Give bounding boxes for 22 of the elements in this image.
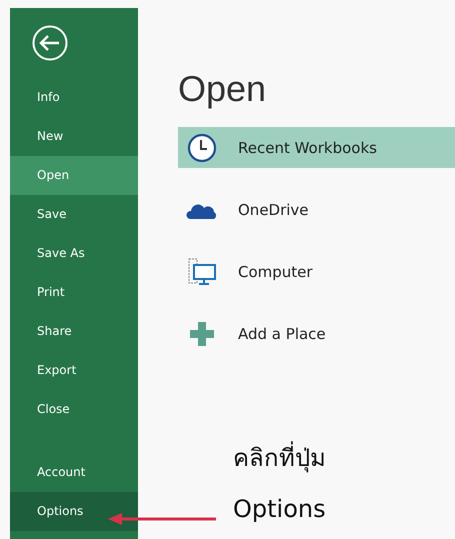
annotation-text: คลิกที่ปุ่ม bbox=[233, 438, 326, 477]
sidebar-item[interactable]: Print bbox=[10, 273, 138, 312]
place-item[interactable]: Add a Place bbox=[178, 313, 455, 354]
clock-icon bbox=[187, 132, 217, 162]
sidebar-item[interactable]: Info bbox=[10, 78, 138, 117]
place-item[interactable]: OneDrive bbox=[178, 189, 455, 230]
sidebar-item[interactable]: Export bbox=[10, 351, 138, 390]
place-item[interactable]: Computer bbox=[178, 251, 455, 292]
sidebar-item[interactable]: Open bbox=[10, 156, 138, 195]
sidebar-item[interactable]: Save bbox=[10, 195, 138, 234]
sidebar-item[interactable]: Share bbox=[10, 312, 138, 351]
sidebar-item[interactable]: New bbox=[10, 117, 138, 156]
computer-icon bbox=[187, 256, 217, 286]
back-icon[interactable] bbox=[32, 25, 68, 61]
sidebar-item[interactable]: Save As bbox=[10, 234, 138, 273]
plus-icon bbox=[188, 320, 216, 348]
annotation-text: Options bbox=[233, 495, 326, 523]
sidebar-item[interactable]: Account bbox=[10, 453, 138, 492]
place-item[interactable]: Recent Workbooks bbox=[178, 127, 455, 168]
sidebar-item[interactable]: Close bbox=[10, 390, 138, 429]
page-title: Open bbox=[178, 68, 268, 110]
sidebar-item[interactable]: Options bbox=[10, 492, 138, 531]
